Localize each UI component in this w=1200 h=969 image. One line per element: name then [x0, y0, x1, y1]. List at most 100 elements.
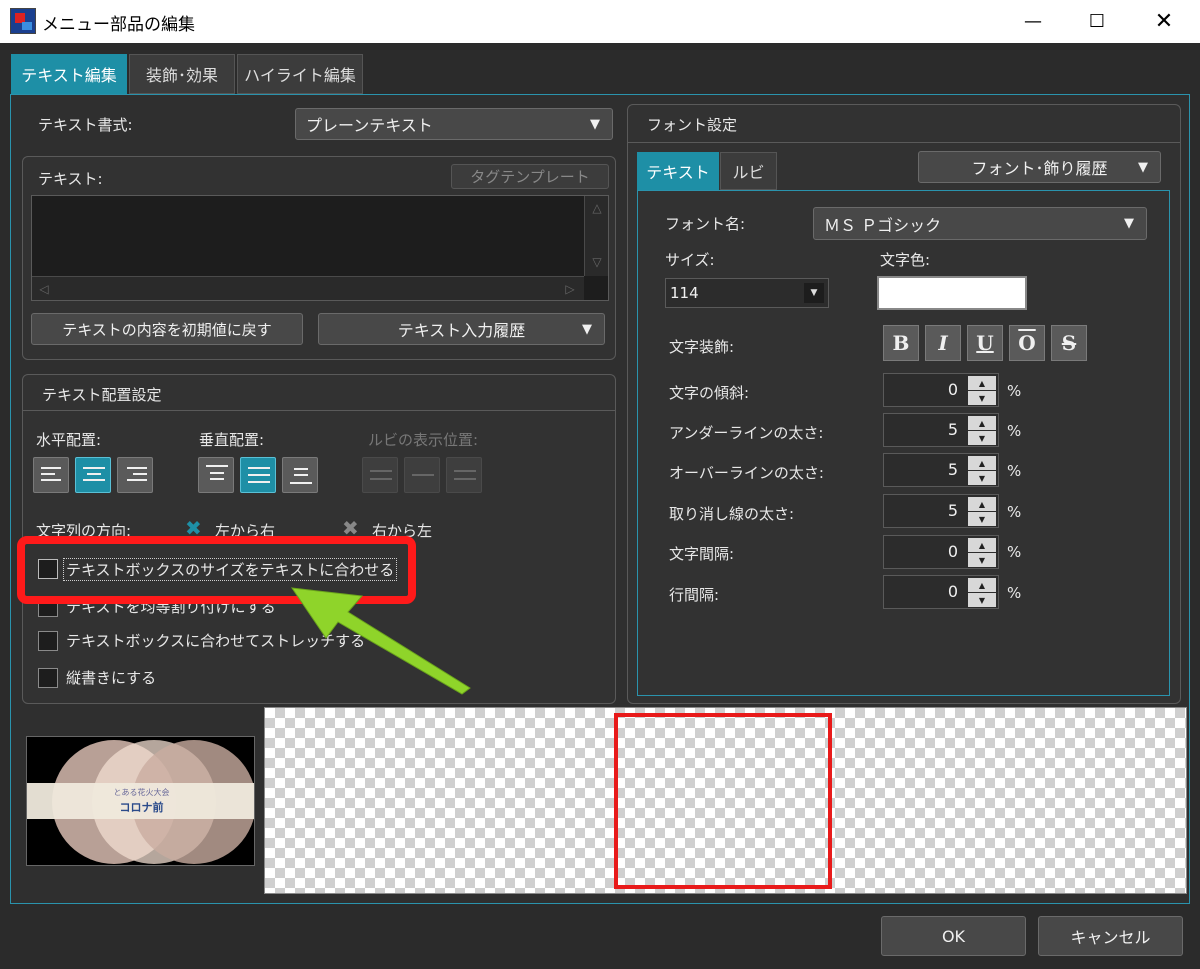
- maximize-icon[interactable]: ☐: [1074, 0, 1120, 43]
- overline-width-label: オーバーラインの太さ:: [669, 464, 824, 482]
- overline-width-unit: %: [1007, 462, 1022, 480]
- chevron-down-icon[interactable]: ▼: [804, 283, 824, 303]
- letter-spacing-value: 0: [947, 542, 958, 561]
- overline-width-spinner[interactable]: 5 ▲ ▼: [883, 453, 999, 487]
- underline-width-spinner[interactable]: 5 ▲ ▼: [883, 413, 999, 447]
- italic-button[interactable]: I: [925, 325, 961, 361]
- cancel-button[interactable]: キャンセル: [1038, 916, 1183, 956]
- strikethrough-width-unit: %: [1007, 503, 1022, 521]
- letter-spacing-label: 文字間隔:: [669, 545, 735, 563]
- spin-up-icon[interactable]: ▲: [968, 416, 996, 430]
- slant-label: 文字の傾斜:: [669, 384, 750, 402]
- scroll-down-icon[interactable]: ▽: [585, 252, 609, 272]
- vertical-writing-checkbox[interactable]: [38, 668, 58, 688]
- text-format-label: テキスト書式:: [38, 116, 133, 134]
- spin-down-icon[interactable]: ▼: [968, 593, 996, 607]
- ruby-bottom-icon: [446, 457, 482, 493]
- spin-up-icon[interactable]: ▲: [968, 376, 996, 390]
- decoration-label: 文字装飾:: [669, 338, 735, 356]
- spin-up-icon[interactable]: ▲: [968, 538, 996, 552]
- tab-text-edit[interactable]: テキスト編集: [11, 54, 127, 94]
- strikethrough-button[interactable]: S: [1051, 325, 1087, 361]
- close-icon[interactable]: ✕: [1141, 0, 1187, 43]
- chevron-down-icon: ▼: [590, 116, 600, 132]
- tab-highlight-edit[interactable]: ハイライト編集: [237, 54, 363, 94]
- line-spacing-unit: %: [1007, 584, 1022, 602]
- minimize-icon[interactable]: —: [1010, 0, 1056, 43]
- size-select[interactable]: 114 ▼: [665, 278, 829, 308]
- slant-unit: %: [1007, 382, 1022, 400]
- ruby-position-label: ルビの表示位置:: [368, 431, 479, 449]
- chevron-down-icon: ▼: [1124, 216, 1134, 231]
- horizontal-align-label: 水平配置:: [36, 431, 102, 449]
- spin-down-icon[interactable]: ▼: [968, 512, 996, 526]
- underline-width-label: アンダーラインの太さ:: [669, 424, 824, 442]
- spin-up-icon[interactable]: ▲: [968, 578, 996, 592]
- underline-width-value: 5: [947, 420, 958, 439]
- tag-template-button[interactable]: タグテンプレート: [451, 164, 609, 189]
- scroll-right-icon[interactable]: ▷: [560, 279, 580, 299]
- tab-decoration-effect[interactable]: 装飾･効果: [129, 54, 235, 94]
- spin-down-icon[interactable]: ▼: [968, 553, 996, 567]
- subtab-text[interactable]: テキスト: [637, 152, 719, 190]
- text-history-dropdown[interactable]: テキスト入力履歴 ▼: [318, 313, 605, 345]
- chevron-down-icon: ▼: [1138, 159, 1148, 175]
- slant-spinner[interactable]: 0 ▲ ▼: [883, 373, 999, 407]
- letter-spacing-spinner[interactable]: 0 ▲ ▼: [883, 535, 999, 569]
- text-format-value: プレーンテキスト: [306, 116, 433, 135]
- ok-button[interactable]: OK: [881, 916, 1026, 956]
- scroll-up-icon[interactable]: △: [585, 198, 609, 218]
- underline-button[interactable]: U: [967, 325, 1003, 361]
- valign-middle-icon[interactable]: [240, 457, 276, 493]
- line-spacing-label: 行間隔:: [669, 586, 720, 604]
- text-history-label: テキスト入力履歴: [397, 321, 526, 340]
- align-right-icon[interactable]: [117, 457, 153, 493]
- stretch-checkbox[interactable]: [38, 631, 58, 651]
- text-color-label: 文字色:: [880, 251, 931, 269]
- bold-button[interactable]: B: [883, 325, 919, 361]
- text-input[interactable]: △ ▽ ◁ ▷: [31, 195, 609, 301]
- ruby-middle-icon: [404, 457, 440, 493]
- vertical-writing-label[interactable]: 縦書きにする: [66, 667, 156, 688]
- strikethrough-width-label: 取り消し線の太さ:: [669, 505, 795, 523]
- reset-text-button[interactable]: テキストの内容を初期値に戻す: [31, 313, 303, 345]
- thumbnail-line1: とある花火大会: [113, 788, 170, 797]
- vertical-scrollbar[interactable]: △ ▽: [584, 196, 608, 276]
- ruby-top-icon: [362, 457, 398, 493]
- spin-up-icon[interactable]: ▲: [968, 497, 996, 511]
- strikethrough-width-value: 5: [947, 501, 958, 520]
- preview-textbox-highlight: [614, 713, 832, 889]
- font-name-value: ＭＳ Ｐゴシック: [824, 215, 942, 235]
- annotation-arrow-icon: [290, 587, 471, 695]
- subtab-ruby[interactable]: ルビ: [720, 152, 777, 190]
- window-title: メニュー部品の編集: [42, 15, 195, 35]
- align-left-icon[interactable]: [33, 457, 69, 493]
- valign-bottom-icon[interactable]: [282, 457, 318, 493]
- font-history-label: フォント･飾り履歴: [971, 159, 1108, 178]
- text-color-swatch[interactable]: [877, 276, 1027, 310]
- spin-down-icon[interactable]: ▼: [968, 431, 996, 445]
- title-bar: メニュー部品の編集 — ☐ ✕: [0, 0, 1200, 43]
- scroll-left-icon[interactable]: ◁: [34, 279, 54, 299]
- line-spacing-spinner[interactable]: 0 ▲ ▼: [883, 575, 999, 609]
- horizontal-scrollbar[interactable]: ◁ ▷: [32, 276, 584, 300]
- valign-top-icon[interactable]: [198, 457, 234, 493]
- slant-value: 0: [947, 380, 958, 399]
- chevron-down-icon: ▼: [582, 321, 592, 337]
- layout-panel-title: テキスト配置設定: [42, 386, 162, 404]
- spin-up-icon[interactable]: ▲: [968, 456, 996, 470]
- spin-down-icon[interactable]: ▼: [968, 391, 996, 405]
- strikethrough-width-spinner[interactable]: 5 ▲ ▼: [883, 494, 999, 528]
- underline-width-unit: %: [1007, 422, 1022, 440]
- font-history-dropdown[interactable]: フォント･飾り履歴 ▼: [918, 151, 1161, 183]
- overline-button[interactable]: O: [1009, 325, 1045, 361]
- align-center-icon[interactable]: [75, 457, 111, 493]
- font-panel-title: フォント設定: [647, 116, 738, 134]
- font-name-dropdown[interactable]: ＭＳ Ｐゴシック ▼: [813, 207, 1147, 240]
- size-label: サイズ:: [665, 251, 715, 269]
- spin-down-icon[interactable]: ▼: [968, 471, 996, 485]
- thumbnail-preview: とある花火大会 コロナ前: [26, 736, 255, 866]
- text-format-dropdown[interactable]: プレーンテキスト ▼: [295, 108, 613, 140]
- font-name-label: フォント名:: [665, 215, 746, 233]
- line-spacing-value: 0: [947, 582, 958, 601]
